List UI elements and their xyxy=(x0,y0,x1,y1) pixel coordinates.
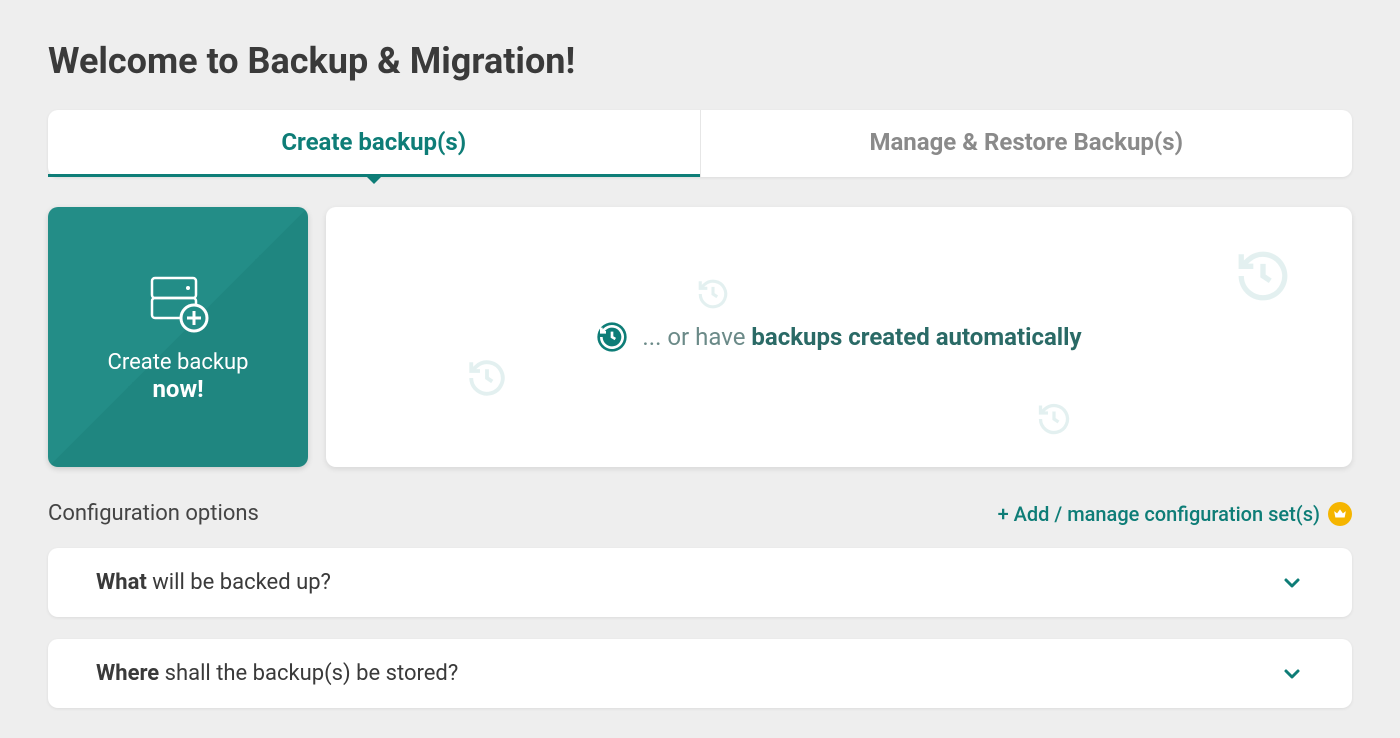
add-manage-config-link[interactable]: + Add / manage configuration set(s) xyxy=(998,502,1352,526)
auto-bold: backups created automatically xyxy=(751,323,1081,351)
clock-history-icon xyxy=(596,321,628,353)
chevron-down-icon xyxy=(1280,662,1304,686)
tab-create-backups[interactable]: Create backup(s) xyxy=(48,110,700,177)
cards-row: Create backup now! ... or have backups c… xyxy=(48,207,1352,467)
accordion-what-title: What will be backed up? xyxy=(96,570,331,595)
page-title: Welcome to Backup & Migration! xyxy=(48,40,1352,82)
create-backup-now-button[interactable]: Create backup now! xyxy=(48,207,308,467)
create-backup-line1: Create backup xyxy=(108,350,249,375)
auto-prefix: ... or have xyxy=(642,323,751,351)
accordion-what[interactable]: What will be backed up? xyxy=(48,548,1352,617)
tab-manage-restore[interactable]: Manage & Restore Backup(s) xyxy=(700,110,1353,177)
configuration-options-label: Configuration options xyxy=(48,501,259,526)
config-row: Configuration options + Add / manage con… xyxy=(48,501,1352,526)
automatic-backups-button[interactable]: ... or have backups created automaticall… xyxy=(326,207,1352,467)
clock-history-bg-icon xyxy=(466,357,508,399)
tabs: Create backup(s) Manage & Restore Backup… xyxy=(48,110,1352,177)
auto-card-content: ... or have backups created automaticall… xyxy=(596,321,1081,353)
clock-history-bg-icon xyxy=(1234,247,1292,305)
accordion-where-bold: Where xyxy=(96,661,159,686)
accordion-where[interactable]: Where shall the backup(s) be stored? xyxy=(48,639,1352,708)
auto-card-text: ... or have backups created automaticall… xyxy=(642,323,1081,351)
clock-history-bg-icon xyxy=(1036,401,1072,437)
crown-icon xyxy=(1328,502,1352,526)
accordion-where-title: Where shall the backup(s) be stored? xyxy=(96,661,458,686)
server-add-icon xyxy=(142,272,214,336)
add-config-text: + Add / manage configuration set(s) xyxy=(998,502,1320,526)
accordion-what-bold: What xyxy=(96,570,147,595)
create-backup-line2: now! xyxy=(152,375,203,403)
accordion-where-rest: shall the backup(s) be stored? xyxy=(159,661,458,686)
clock-history-bg-icon xyxy=(696,277,730,311)
accordion-what-rest: will be backed up? xyxy=(147,570,331,595)
chevron-down-icon xyxy=(1280,571,1304,595)
